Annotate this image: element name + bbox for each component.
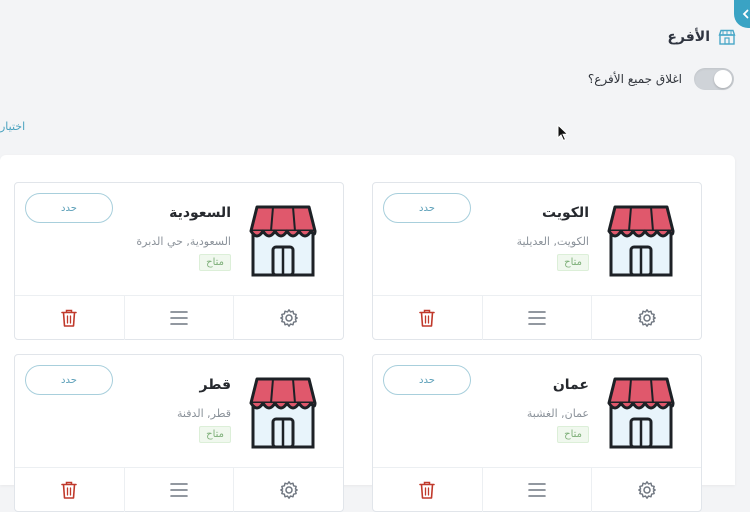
branch-name: السعودية: [169, 205, 231, 221]
branch-name: عمان: [552, 377, 589, 393]
collapse-sidebar-button[interactable]: [734, 0, 750, 28]
close-all-row: اغلاق جميع الأفرع؟: [588, 68, 734, 90]
branch-actions: [373, 467, 701, 512]
choose-link[interactable]: اختيار: [0, 120, 25, 133]
branch-settings-button[interactable]: [233, 468, 343, 512]
branch-card: عمان عمان, الغشبة متاح حدد: [372, 354, 702, 512]
settings-gear-icon: [637, 309, 656, 327]
trash-icon: [419, 309, 436, 327]
delete-branch-button[interactable]: [373, 468, 482, 512]
branch-name: الكويت: [541, 205, 589, 221]
branches-page: الأفرع اغلاق جميع الأفرع؟ اختيار السعودي…: [0, 0, 750, 512]
delete-branch-button[interactable]: [15, 296, 124, 340]
section-header: الأفرع: [667, 28, 736, 46]
branch-actions: [373, 295, 701, 340]
menu-lines-icon: [528, 311, 546, 325]
close-all-label: اغلاق جميع الأفرع؟: [587, 72, 682, 86]
branch-menu-button[interactable]: [123, 296, 234, 340]
branch-actions: [15, 295, 343, 340]
branch-address: قطر, الدفنة: [176, 407, 231, 420]
menu-lines-icon: [170, 483, 188, 497]
section-title: الأفرع: [667, 29, 710, 45]
delete-branch-button[interactable]: [373, 296, 482, 340]
menu-lines-icon: [528, 483, 546, 497]
branch-address: عمان, الغشبة: [526, 407, 589, 420]
branches-panel: السعودية السعودية, حي الدبرة متاح حدد ال…: [0, 155, 735, 512]
status-badge: متاح: [557, 254, 589, 271]
status-badge: متاح: [199, 426, 231, 443]
store-icon: [249, 205, 317, 277]
branch-address: الكويت, العديلية: [516, 235, 589, 248]
store-icon: [607, 205, 675, 277]
store-icon: [718, 29, 736, 45]
status-badge: متاح: [199, 254, 231, 271]
menu-lines-icon: [170, 311, 188, 325]
branch-settings-button[interactable]: [591, 468, 701, 512]
branch-menu-button[interactable]: [481, 468, 592, 512]
branch-actions: [15, 467, 343, 512]
branch-menu-button[interactable]: [123, 468, 234, 512]
branch-settings-button[interactable]: [233, 296, 343, 340]
close-all-toggle[interactable]: [694, 68, 734, 90]
select-branch-button[interactable]: حدد: [25, 365, 113, 395]
trash-icon: [419, 481, 436, 499]
toggle-knob: [714, 70, 732, 88]
status-badge: متاح: [557, 426, 589, 443]
branch-menu-button[interactable]: [481, 296, 592, 340]
mouse-pointer-icon: [557, 124, 569, 142]
branch-name: قطر: [199, 377, 231, 393]
branch-card: الكويت الكويت, العديلية متاح حدد: [372, 182, 702, 340]
settings-gear-icon: [637, 481, 656, 499]
branch-card: قطر قطر, الدفنة متاح حدد: [14, 354, 344, 512]
store-icon: [607, 377, 675, 449]
trash-icon: [61, 481, 78, 499]
branch-card: السعودية السعودية, حي الدبرة متاح حدد: [14, 182, 344, 340]
store-icon: [249, 377, 317, 449]
select-branch-button[interactable]: حدد: [383, 365, 471, 395]
select-branch-button[interactable]: حدد: [25, 193, 113, 223]
settings-gear-icon: [279, 309, 298, 327]
branch-settings-button[interactable]: [591, 296, 701, 340]
select-branch-button[interactable]: حدد: [383, 193, 471, 223]
settings-gear-icon: [279, 481, 298, 499]
delete-branch-button[interactable]: [15, 468, 124, 512]
branch-address: السعودية, حي الدبرة: [136, 235, 231, 248]
trash-icon: [61, 309, 78, 327]
chevron-left-icon: [742, 9, 749, 19]
